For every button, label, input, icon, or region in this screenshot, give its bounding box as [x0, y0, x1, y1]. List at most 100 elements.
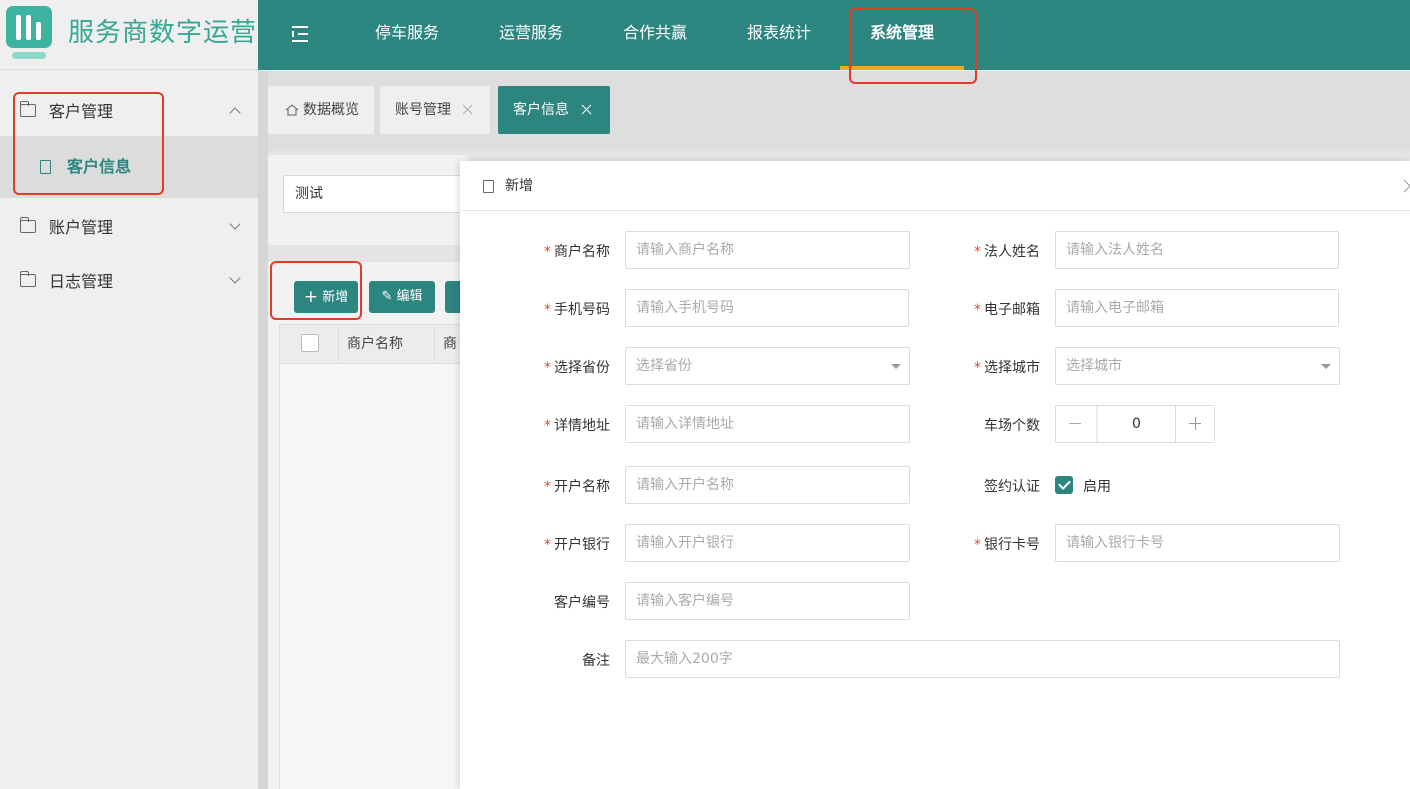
caret-down-icon	[891, 364, 901, 369]
label-lot-count: 车场个数	[984, 418, 1040, 434]
nav-parking-service[interactable]: 停车服务	[374, 0, 440, 70]
sidebar-item-label: 客户信息	[67, 157, 132, 176]
city-select[interactable]: 选择城市	[1055, 347, 1340, 385]
active-tab-indicator	[840, 66, 964, 70]
label-card-no: * 银行卡号	[974, 537, 1040, 553]
sidebar-item-customer-info[interactable]: 客户信息	[0, 136, 258, 198]
sidebar-group-label: 客户管理	[49, 102, 114, 121]
card-number-input[interactable]: 请输入银行卡号	[1055, 524, 1340, 562]
tab-data-overview[interactable]: 数据概览	[268, 86, 374, 134]
sidebar-divider	[258, 71, 268, 789]
top-navbar: 停车服务 运营服务 合作共赢 报表统计 系统管理	[258, 0, 1410, 70]
document-icon	[483, 180, 494, 193]
legal-name-input[interactable]: 请输入法人姓名	[1055, 231, 1339, 269]
label-email: * 电子邮箱	[974, 302, 1040, 318]
province-select[interactable]: 选择省份	[625, 347, 910, 385]
label-account-name: * 开户名称	[544, 479, 610, 495]
nav-system-management-label: 系统管理	[869, 23, 934, 42]
nav-reports[interactable]: 报表统计	[746, 0, 812, 70]
merchant-name-input[interactable]: 请输入商户名称	[625, 231, 910, 269]
required-mark: *	[544, 418, 551, 434]
add-button[interactable]: + 新增	[294, 281, 358, 313]
label-remark: 备注	[582, 653, 610, 669]
tab-account-management[interactable]: 账号管理	[380, 86, 490, 134]
required-mark: *	[974, 302, 981, 318]
select-all-checkbox[interactable]	[301, 334, 319, 352]
plus-icon: +	[303, 287, 319, 307]
logo-area: 服务商数字运营	[0, 0, 258, 70]
table-body	[279, 364, 469, 789]
add-button-label: 新增	[322, 290, 349, 305]
label-address: * 详情地址	[544, 418, 610, 434]
label-sign-auth: 签约认证	[984, 479, 1040, 495]
email-input[interactable]: 请输入电子邮箱	[1055, 289, 1339, 327]
column-divider	[434, 324, 435, 364]
bank-input[interactable]: 请输入开户银行	[625, 524, 910, 562]
label-province: * 选择省份	[544, 360, 610, 376]
nav-cooperation[interactable]: 合作共赢	[622, 0, 688, 70]
chevron-down-icon	[229, 218, 241, 230]
dialog-header: 新增	[460, 161, 1410, 211]
chevron-up-icon	[229, 107, 241, 119]
sign-auth-checkbox[interactable]	[1055, 476, 1073, 494]
required-mark: *	[544, 537, 551, 553]
close-icon[interactable]	[1404, 177, 1410, 193]
required-mark: *	[544, 244, 551, 260]
nav-system-management[interactable]: 系统管理	[840, 0, 964, 70]
label-legal-name: * 法人姓名	[974, 244, 1040, 260]
document-icon	[40, 160, 51, 174]
lot-count-stepper[interactable]: 0	[1055, 405, 1215, 443]
app-title: 服务商数字运营	[68, 18, 258, 48]
sign-auth-checkbox-label[interactable]: 启用	[1083, 476, 1111, 496]
sidebar-group-label: 账户管理	[49, 218, 114, 237]
search-input[interactable]: 测试	[283, 175, 473, 213]
pencil-icon: ✎	[381, 289, 393, 304]
column-divider	[338, 324, 339, 364]
plus-icon[interactable]	[1176, 406, 1214, 442]
city-select-value: 选择城市	[1066, 358, 1122, 374]
tab-label: 账号管理	[395, 102, 451, 118]
label-bank: * 开户银行	[544, 537, 610, 553]
add-customer-dialog: 新增 * 商户名称 请输入商户名称 * 法人姓名 请输入法人姓名 * 手机号码 请输入…	[460, 161, 1410, 789]
account-name-input[interactable]: 请输入开户名称	[625, 466, 910, 504]
edit-button-label: 编辑	[396, 289, 423, 304]
logo-icon	[6, 6, 54, 59]
home-icon	[285, 104, 299, 116]
sidebar-group-customer-management[interactable]: 客户管理	[0, 85, 258, 139]
label-city: * 选择城市	[974, 360, 1040, 376]
sidebar-group-log-management[interactable]: 日志管理	[0, 255, 258, 309]
folder-icon	[19, 217, 36, 233]
label-customer-no: 客户编号	[554, 595, 610, 611]
menu-collapse-icon[interactable]	[292, 25, 312, 43]
lot-count-value[interactable]: 0	[1096, 406, 1176, 442]
folder-icon	[19, 271, 36, 287]
caret-down-icon	[1321, 364, 1331, 369]
edit-button[interactable]: ✎ 编辑	[369, 281, 435, 313]
tab-label: 数据概览	[303, 102, 359, 118]
required-mark: *	[974, 537, 981, 553]
label-phone: * 手机号码	[544, 302, 610, 318]
tab-label: 客户信息	[513, 102, 569, 118]
required-mark: *	[544, 479, 551, 495]
tab-customer-info[interactable]: 客户信息	[498, 86, 610, 134]
required-mark: *	[544, 302, 551, 318]
required-mark: *	[974, 360, 981, 376]
sidebar: 客户管理 客户信息 账户管理 日志管理	[0, 71, 258, 789]
folder-icon	[19, 101, 36, 117]
customer-number-input[interactable]: 请输入客户编号	[625, 582, 910, 620]
province-select-value: 选择省份	[636, 358, 692, 374]
remark-input[interactable]: 最大输入200字	[625, 640, 1340, 678]
close-icon[interactable]	[462, 104, 473, 115]
tab-bar: 数据概览 账号管理 客户信息	[268, 71, 1410, 151]
sidebar-group-account-management[interactable]: 账户管理	[0, 201, 258, 255]
minus-icon[interactable]	[1056, 406, 1094, 442]
required-mark: *	[544, 360, 551, 376]
nav-operation-service[interactable]: 运营服务	[498, 0, 564, 70]
close-icon[interactable]	[581, 104, 592, 115]
address-input[interactable]: 请输入详情地址	[625, 405, 910, 443]
required-mark: *	[974, 244, 981, 260]
chevron-down-icon	[229, 272, 241, 284]
label-merchant-name: * 商户名称	[544, 244, 610, 260]
phone-input[interactable]: 请输入手机号码	[625, 289, 909, 327]
sidebar-group-label: 日志管理	[49, 272, 114, 291]
